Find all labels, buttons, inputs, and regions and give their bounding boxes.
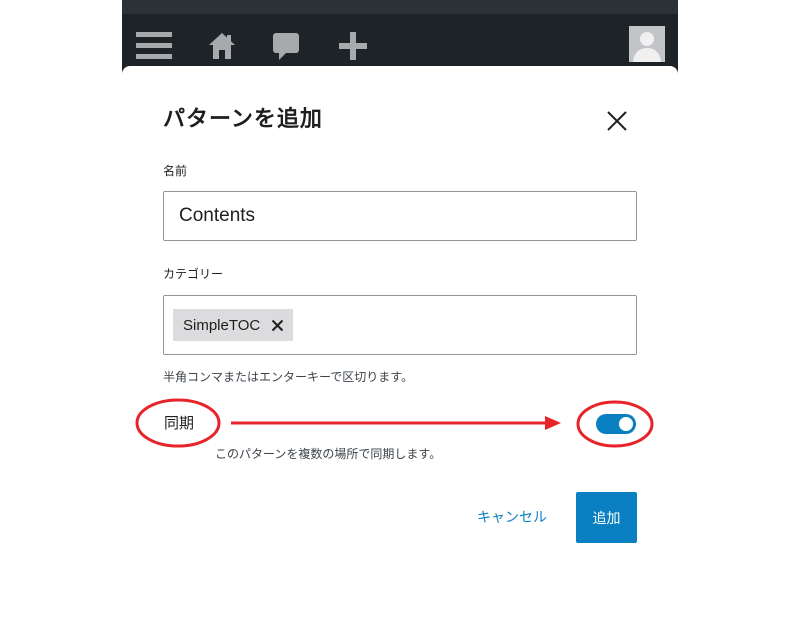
sync-label: 同期: [164, 414, 195, 432]
home-icon[interactable]: [204, 28, 240, 64]
status-bar: [122, 0, 678, 14]
name-label: 名前: [163, 164, 188, 178]
category-token-label: SimpleTOC: [183, 316, 261, 334]
category-label: カテゴリー: [163, 267, 224, 281]
remove-token-button[interactable]: [269, 317, 285, 333]
name-input[interactable]: [163, 191, 637, 241]
sync-help-text: このパターンを複数の場所で同期します。: [215, 447, 442, 461]
category-token: SimpleTOC: [173, 309, 294, 341]
admin-bar: [122, 14, 678, 74]
close-icon: [271, 319, 283, 331]
category-token-field[interactable]: SimpleTOC: [163, 295, 637, 355]
sync-toggle[interactable]: [596, 414, 636, 434]
modal-title: パターンを追加: [163, 107, 323, 132]
close-icon: [607, 111, 627, 131]
category-help-text: 半角コンマまたはエンターキーで区切ります。: [163, 370, 414, 384]
comment-icon[interactable]: [268, 28, 304, 64]
menu-icon[interactable]: [136, 28, 172, 64]
add-button[interactable]: 追加: [576, 492, 637, 543]
cancel-button[interactable]: キャンセル: [468, 501, 556, 533]
toggle-knob: [619, 417, 633, 431]
avatar[interactable]: [629, 26, 665, 62]
close-button[interactable]: [602, 106, 632, 136]
plus-icon[interactable]: [335, 28, 371, 64]
